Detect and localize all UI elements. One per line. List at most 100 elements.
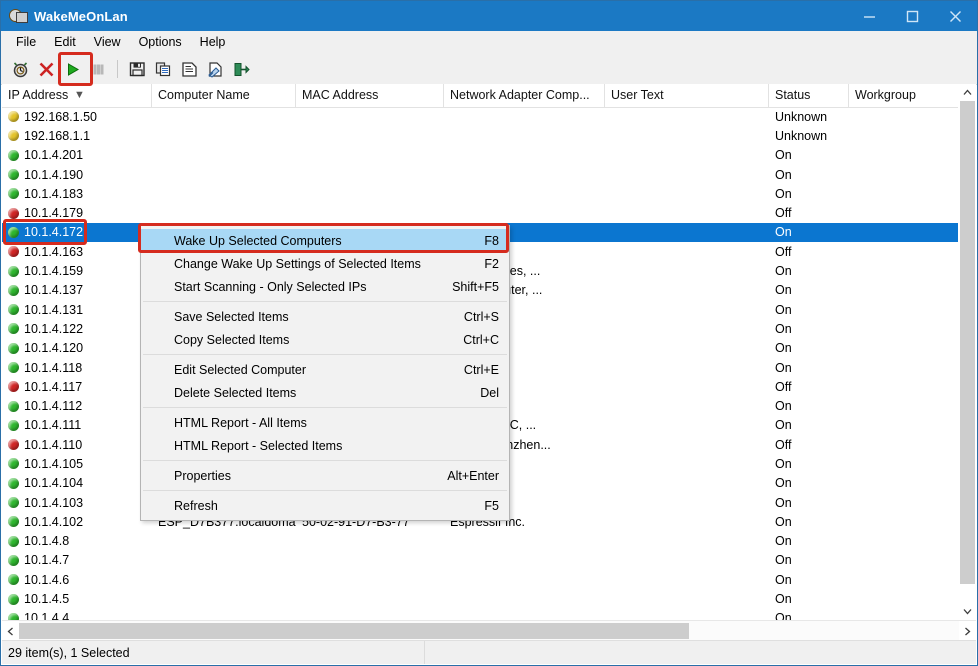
context-menu-item[interactable]: Copy Selected ItemsCtrl+C [141, 328, 509, 351]
context-menu-item-label: Start Scanning - Only Selected IPs [174, 280, 452, 294]
table-row[interactable]: 10.1.4.8 On [2, 532, 976, 551]
table-row[interactable]: 10.1.4.4On [2, 609, 976, 620]
context-menu-item[interactable]: HTML Report - Selected Items [141, 434, 509, 457]
html-report-icon[interactable] [202, 57, 228, 81]
menu-item-edit[interactable]: Edit [45, 33, 85, 51]
wake-up-alarm-clock-icon[interactable] [7, 57, 33, 81]
context-menu-item-shortcut: Del [480, 386, 499, 400]
scroll-up-arrow-icon[interactable] [959, 84, 976, 101]
table-row[interactable]: 10.1.4.190On [2, 165, 976, 184]
cell-ip-address: 10.1.4.183 [2, 187, 152, 201]
ip-address-text: 10.1.4.179 [24, 206, 83, 220]
context-menu-item-label: Delete Selected Items [174, 386, 480, 400]
status-on-indicator-icon [8, 188, 19, 199]
menu-item-options[interactable]: Options [130, 33, 191, 51]
context-menu-item[interactable]: Change Wake Up Settings of Selected Item… [141, 252, 509, 275]
title-bar: WakeMeOnLan [1, 1, 977, 31]
context-menu-item[interactable]: PropertiesAlt+Enter [141, 464, 509, 487]
context-menu-item[interactable]: Start Scanning - Only Selected IPsShift+… [141, 275, 509, 298]
delete-red-x-icon[interactable] [33, 57, 59, 81]
status-bar: 29 item(s), 1 Selected [2, 640, 976, 664]
context-menu-item-label: Refresh [174, 499, 484, 513]
ip-address-text: 10.1.4.110 [24, 438, 82, 452]
ip-address-text: 10.1.4.8 [24, 534, 69, 548]
table-row[interactable]: 192.168.1.50Unknown [2, 107, 976, 126]
close-button[interactable] [934, 1, 977, 31]
horizontal-scroll-thumb[interactable] [19, 623, 689, 639]
column-header-ip-address[interactable]: IP Address ▼ [2, 84, 152, 107]
exit-icon[interactable] [228, 57, 254, 81]
table-row[interactable]: 10.1.4.7On [2, 551, 976, 570]
column-header-workgroup[interactable]: Workgroup [849, 84, 969, 107]
column-header-user-text[interactable]: User Text [605, 84, 769, 107]
status-off-indicator-icon [8, 208, 19, 219]
scroll-down-arrow-icon[interactable] [959, 603, 976, 620]
maximize-button[interactable] [891, 1, 934, 31]
minimize-button[interactable] [848, 1, 891, 31]
cell-ip-address: 10.1.4.131 [2, 303, 152, 317]
context-menu-item[interactable]: HTML Report - All Items [141, 411, 509, 434]
cell-status: On [769, 496, 849, 510]
cell-ip-address: 192.168.1.50 [2, 110, 152, 124]
window-controls [848, 1, 977, 31]
column-header-status[interactable]: Status [769, 84, 849, 107]
copy-icon[interactable] [150, 57, 176, 81]
status-on-indicator-icon [8, 516, 19, 527]
context-menu-item[interactable]: RefreshF5 [141, 494, 509, 517]
menu-item-help[interactable]: Help [191, 33, 235, 51]
ip-address-text: 10.1.4.120 [24, 341, 83, 355]
horizontal-scrollbar[interactable] [2, 620, 976, 641]
ip-address-text: 10.1.4.7 [24, 553, 69, 567]
table-row[interactable]: 10.1.4.6On [2, 570, 976, 589]
cell-ip-address: 10.1.4.112 [2, 399, 152, 413]
horizontal-scroll-track[interactable] [19, 621, 959, 641]
menu-separator [143, 407, 507, 408]
cell-status: On [769, 283, 849, 297]
table-row[interactable]: 10.1.4.5On [2, 589, 976, 608]
context-menu-item-label: Wake Up Selected Computers [174, 234, 484, 248]
cell-ip-address: 10.1.4.6 [2, 573, 152, 587]
menu-item-file[interactable]: File [7, 33, 45, 51]
column-header-network-adapter-company[interactable]: Network Adapter Comp... [444, 84, 605, 107]
context-menu-item[interactable]: Delete Selected ItemsDel [141, 381, 509, 404]
vertical-scroll-thumb[interactable] [960, 101, 975, 584]
context-menu-item-shortcut: Ctrl+C [463, 333, 499, 347]
vertical-scrollbar[interactable] [958, 84, 976, 620]
status-bar-item-count: 29 item(s), 1 Selected [2, 646, 130, 660]
scroll-left-arrow-icon[interactable] [2, 621, 19, 641]
table-row[interactable]: 10.1.4.183On [2, 184, 976, 203]
column-header-mac-address[interactable]: MAC Address [296, 84, 444, 107]
cell-status: On [769, 534, 849, 548]
menu-separator [143, 354, 507, 355]
properties-icon[interactable] [176, 57, 202, 81]
cell-status: Off [769, 206, 849, 220]
context-menu-item[interactable]: Save Selected ItemsCtrl+S [141, 305, 509, 328]
table-row[interactable]: 10.1.4.179 Off [2, 203, 976, 222]
cell-ip-address: 10.1.4.137 [2, 283, 152, 297]
ip-address-text: 192.168.1.50 [24, 110, 97, 124]
context-menu-item[interactable]: Edit Selected ComputerCtrl+E [141, 358, 509, 381]
table-row[interactable]: 192.168.1.1Unknown [2, 126, 976, 145]
menu-item-view[interactable]: View [85, 33, 130, 51]
status-on-indicator-icon [8, 420, 19, 431]
vertical-scroll-track[interactable] [959, 101, 976, 603]
table-row[interactable]: 10.1.4.201On [2, 146, 976, 165]
status-off-indicator-icon [8, 381, 19, 392]
ip-address-text: 10.1.4.111 [24, 418, 81, 432]
cell-status: On [769, 361, 849, 375]
ip-address-text: 10.1.4.112 [24, 399, 82, 413]
save-floppy-icon[interactable] [124, 57, 150, 81]
status-on-indicator-icon [8, 536, 19, 547]
start-scanning-play-icon[interactable] [59, 57, 85, 81]
ip-address-text: 10.1.4.117 [24, 380, 82, 394]
column-header-computer-name[interactable]: Computer Name [152, 84, 296, 107]
cell-status: On [769, 399, 849, 413]
ip-address-text: 10.1.4.163 [24, 245, 83, 259]
cell-status: On [769, 476, 849, 490]
menu-separator [143, 460, 507, 461]
context-menu-item[interactable]: Wake Up Selected ComputersF8 [141, 229, 509, 252]
scroll-right-arrow-icon[interactable] [959, 621, 976, 641]
stop-scanning-icon [85, 57, 111, 81]
status-on-indicator-icon [8, 266, 19, 277]
ip-address-text: 10.1.4.6 [24, 573, 69, 587]
